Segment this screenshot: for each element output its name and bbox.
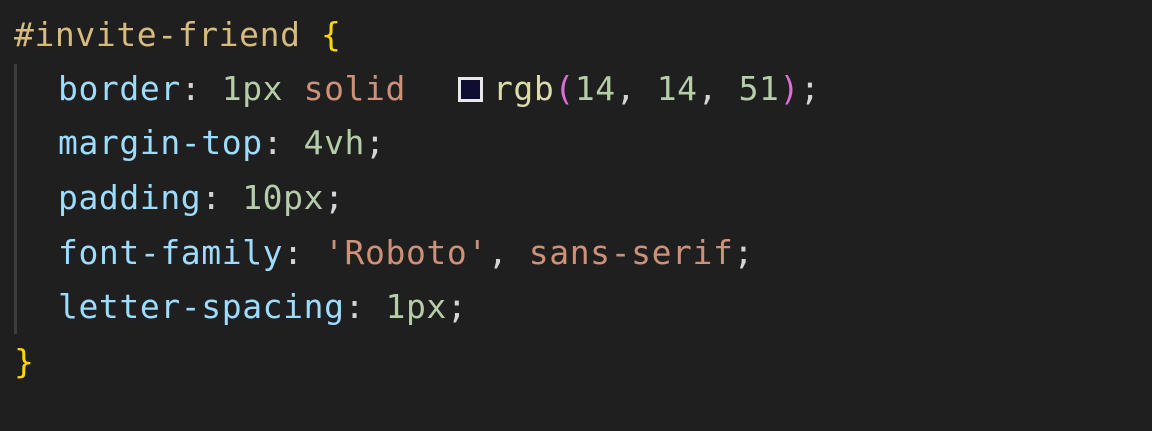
code-editor[interactable]: #invite-friend { border: 1px solid rgb(14… [0, 0, 1152, 431]
property-padding: padding [58, 178, 202, 217]
semicolon: ; [733, 233, 754, 272]
rgb-red: 14 [574, 69, 616, 108]
value-font-fallback: sans-serif [528, 233, 734, 272]
code-line-2[interactable]: border: 1px solid rgb(14, 14, 51); [14, 62, 820, 116]
value-border-width: 1px [221, 69, 284, 108]
value-font-primary: 'Roboto' [324, 233, 488, 272]
colon: : [262, 123, 284, 162]
semicolon: ; [365, 123, 386, 162]
close-paren: ) [779, 69, 800, 108]
value-padding: 10px [242, 178, 325, 217]
rgb-blue: 51 [738, 69, 780, 108]
close-brace: } [14, 342, 35, 381]
semicolon: ; [446, 287, 468, 326]
comma: , [697, 69, 719, 108]
value-border-style: solid [303, 69, 406, 108]
code-line-4[interactable]: padding: 10px; [14, 171, 345, 225]
colon: : [283, 233, 304, 272]
colon: : [201, 178, 222, 217]
code-line-3[interactable]: margin-top: 4vh; [14, 116, 386, 170]
property-margin-top: margin-top [58, 123, 263, 162]
css-selector: #invite-friend [14, 15, 301, 54]
value-margin-top: 4vh [303, 123, 366, 162]
semicolon: ; [324, 178, 345, 217]
color-swatch-icon[interactable] [457, 77, 483, 102]
open-paren: ( [554, 69, 575, 108]
colon: : [180, 69, 202, 108]
semicolon: ; [800, 69, 821, 108]
code-line-5[interactable]: font-family: 'Roboto', sans-serif; [14, 226, 754, 280]
code-line-6[interactable]: letter-spacing: 1px; [14, 280, 467, 334]
comma: , [615, 69, 637, 108]
rgb-green: 14 [656, 69, 698, 108]
value-letter-spacing: 1px [385, 287, 447, 326]
code-line-7[interactable]: } [14, 335, 34, 389]
property-letter-spacing: letter-spacing [58, 287, 345, 326]
comma: , [487, 233, 509, 272]
colon: : [344, 287, 366, 326]
property-font-family: font-family [58, 233, 284, 272]
rgb-function: rgb [492, 69, 555, 108]
property-border: border [58, 69, 181, 108]
open-brace: { [321, 15, 342, 54]
code-line-1[interactable]: #invite-friend { [14, 8, 342, 62]
